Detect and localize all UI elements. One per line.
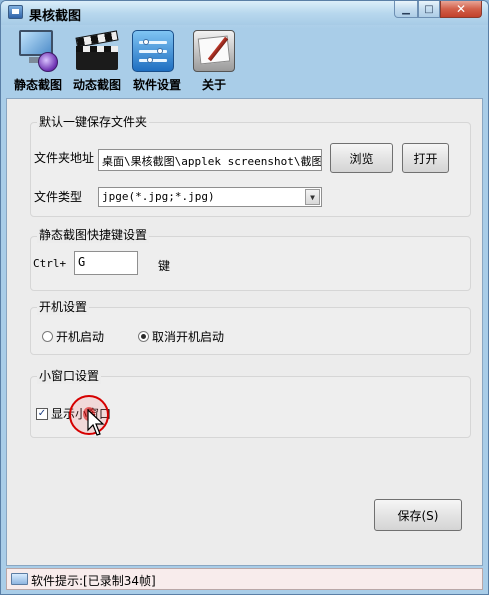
toolbar: 静态截图 动态截图 软件设置 关于 [6,28,483,98]
tool-label: 软件设置 [132,78,181,92]
chevron-down-icon[interactable]: ▼ [305,189,320,205]
window-title: 果核截图 [29,9,82,24]
close-button[interactable]: ✕ [440,1,482,18]
radio-label: 取消开机启动 [152,330,225,344]
maximize-icon: □ [424,3,434,15]
file-type-value: jpge(*.jpg;*.jpg) [102,190,215,203]
browse-button[interactable]: 浏览 [330,143,393,173]
tool-dynamic-capture[interactable]: 动态截图 [68,28,126,94]
tool-about[interactable]: 关于 [188,28,240,94]
window-controls: ▁ □ ✕ [394,1,482,18]
settings-panel-icon [132,30,174,72]
notepad-pen-icon [193,30,235,72]
settings-panel: 默认一键保存文件夹 文件夹地址 桌面\果核截图\applek screensho… [6,98,483,566]
maximize-button[interactable]: □ [418,1,440,18]
clapperboard-icon [75,30,119,70]
tool-label: 关于 [201,78,226,92]
monitor-disc-icon [19,30,58,72]
app-icon[interactable] [8,5,23,19]
status-text: 软件提示:[已录制34帧] [31,574,156,588]
tool-label: 动态截图 [72,78,121,92]
folder-icon [11,573,28,585]
mouse-pointer-icon [87,409,105,436]
minimize-button[interactable]: ▁ [394,1,418,18]
startup-enable-radio[interactable]: 开机启动 [42,328,104,345]
radio-label: 开机启动 [56,330,105,344]
tool-settings[interactable]: 软件设置 [128,28,186,94]
tool-label: 静态截图 [13,78,62,92]
hotkey-input[interactable]: G [74,251,138,275]
file-type-select[interactable]: jpge(*.jpg;*.jpg) ▼ [98,187,322,207]
file-type-label: 文件类型 [34,190,83,204]
folder-path-input[interactable]: 桌面\果核截图\applek screenshot\截图 [98,149,322,171]
startup-disable-radio[interactable]: 取消开机启动 [138,328,224,345]
hotkey-prefix: Ctrl+ [33,257,67,270]
radio-off-icon [42,331,53,342]
main-window: 果核截图 ▁ □ ✕ 静态截图 动态截图 软件设置 关于 默认一键保存文件夹 文… [0,0,489,595]
minimize-icon: ▁ [402,3,410,15]
hotkey-suffix: 键 [158,259,171,273]
hotkey-group-title: 静态截图快捷键设置 [37,226,150,243]
open-button[interactable]: 打开 [402,143,449,173]
folder-path-label: 文件夹地址 [34,151,95,165]
title-bar[interactable]: 果核截图 ▁ □ ✕ [1,1,488,25]
status-bar: 软件提示:[已录制34帧] [6,568,483,590]
tool-static-capture[interactable]: 静态截图 [9,28,67,94]
save-button[interactable]: 保存(S) [374,499,462,531]
checkmark-icon: ✓ [36,407,48,420]
save-folder-group-title: 默认一键保存文件夹 [37,113,150,130]
startup-group-title: 开机设置 [37,298,90,315]
close-icon: ✕ [455,2,467,16]
mini-window-group-title: 小窗口设置 [37,367,102,384]
radio-on-icon [138,331,149,342]
